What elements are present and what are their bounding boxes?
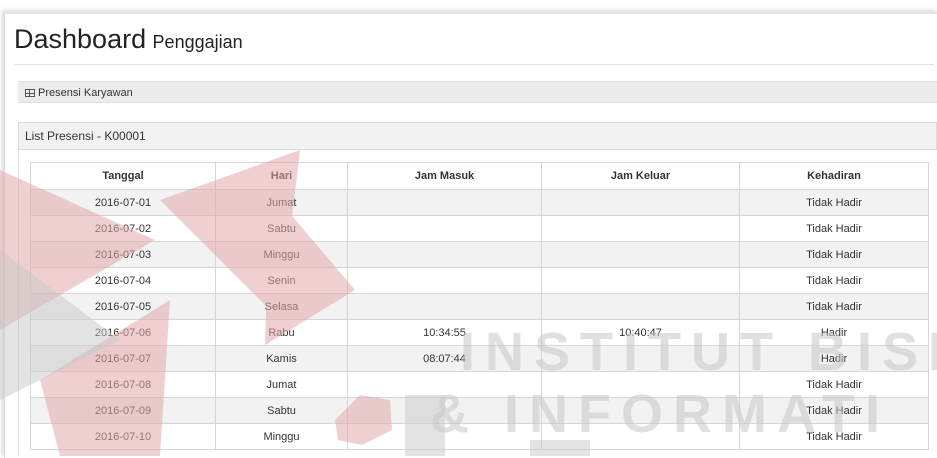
cell-tanggal: 2016-07-06: [30, 319, 216, 346]
cell-tanggal: 2016-07-04: [30, 267, 216, 294]
cell-jam-keluar: [541, 215, 740, 242]
cell-tanggal: 2016-07-09: [30, 397, 216, 424]
presensi-table: Tanggal Hari Jam Masuk Jam Keluar Kehadi…: [30, 162, 929, 450]
column-header-hari: Hari: [215, 162, 348, 190]
breadcrumb: Presensi Karyawan: [18, 81, 937, 103]
panel-heading: List Presensi - K00001: [18, 122, 937, 150]
column-header-jam-keluar: Jam Keluar: [541, 162, 740, 190]
column-header-jam-masuk: Jam Masuk: [347, 162, 542, 190]
cell-tanggal: 2016-07-10: [30, 423, 216, 450]
cell-hari: Selasa: [215, 293, 348, 320]
cell-jam-masuk: 10:34:55: [347, 319, 542, 346]
cell-kehadiran: Hadir: [739, 319, 929, 346]
panel-title: List Presensi - K00001: [25, 129, 146, 143]
cell-tanggal: 2016-07-05: [30, 293, 216, 320]
cell-jam-keluar: [541, 345, 740, 372]
column-header-kehadiran: Kehadiran: [739, 162, 929, 190]
table-row: 2016-07-05 Selasa Tidak Hadir: [30, 293, 929, 320]
cell-tanggal: 2016-07-03: [30, 241, 216, 268]
cell-hari: Sabtu: [215, 397, 348, 424]
cell-hari: Jumat: [215, 371, 348, 398]
cell-jam-masuk: [347, 371, 542, 398]
table-row: 2016-07-09 Sabtu Tidak Hadir: [30, 397, 929, 424]
cell-kehadiran: Tidak Hadir: [739, 189, 929, 216]
table-row: 2016-07-03 Minggu Tidak Hadir: [30, 241, 929, 268]
cell-tanggal: 2016-07-01: [30, 189, 216, 216]
cell-jam-masuk: [347, 423, 542, 450]
cell-kehadiran: Tidak Hadir: [739, 397, 929, 424]
table-row: 2016-07-06 Rabu 10:34:55 10:40:47 Hadir: [30, 319, 929, 346]
table-row: 2016-07-02 Sabtu Tidak Hadir: [30, 215, 929, 242]
cell-jam-masuk: [347, 293, 542, 320]
cell-kehadiran: Tidak Hadir: [739, 293, 929, 320]
table-row: 2016-07-10 Minggu Tidak Hadir: [30, 423, 929, 450]
cell-jam-keluar: [541, 241, 740, 268]
page-subtitle: Penggajian: [152, 32, 243, 52]
cell-jam-masuk: [347, 189, 542, 216]
cell-hari: Minggu: [215, 423, 348, 450]
cell-jam-keluar: 10:40:47: [541, 319, 740, 346]
cell-kehadiran: Tidak Hadir: [739, 267, 929, 294]
cell-jam-masuk: [347, 215, 542, 242]
cell-hari: Minggu: [215, 241, 348, 268]
table-row: 2016-07-04 Senin Tidak Hadir: [30, 267, 929, 294]
breadcrumb-label[interactable]: Presensi Karyawan: [38, 87, 133, 99]
cell-jam-keluar: [541, 423, 740, 450]
cell-jam-keluar: [541, 397, 740, 424]
cell-hari: Kamis: [215, 345, 348, 372]
column-header-tanggal: Tanggal: [30, 162, 216, 190]
cell-kehadiran: Tidak Hadir: [739, 423, 929, 450]
cell-kehadiran: Tidak Hadir: [739, 215, 929, 242]
cell-hari: Jumat: [215, 189, 348, 216]
cell-jam-keluar: [541, 371, 740, 398]
table-header-row: Tanggal Hari Jam Masuk Jam Keluar Kehadi…: [30, 162, 929, 190]
cell-hari: Senin: [215, 267, 348, 294]
cell-jam-masuk: [347, 267, 542, 294]
cell-tanggal: 2016-07-07: [30, 345, 216, 372]
cell-jam-masuk: 08:07:44: [347, 345, 542, 372]
table-row: 2016-07-08 Jumat Tidak Hadir: [30, 371, 929, 398]
page-title: Dashboard: [14, 24, 147, 54]
cell-jam-keluar: [541, 189, 740, 216]
cell-jam-masuk: [347, 397, 542, 424]
cell-kehadiran: Hadir: [739, 345, 929, 372]
cell-jam-keluar: [541, 293, 740, 320]
table-row: 2016-07-01 Jumat Tidak Hadir: [30, 189, 929, 216]
table-icon: [25, 89, 35, 97]
cell-jam-keluar: [541, 267, 740, 294]
cell-tanggal: 2016-07-08: [30, 371, 216, 398]
cell-hari: Sabtu: [215, 215, 348, 242]
cell-kehadiran: Tidak Hadir: [739, 241, 929, 268]
cell-jam-masuk: [347, 241, 542, 268]
table-row: 2016-07-07 Kamis 08:07:44 Hadir: [30, 345, 929, 372]
cell-hari: Rabu: [215, 319, 348, 346]
page-header: Dashboard Penggajian: [14, 24, 934, 65]
cell-kehadiran: Tidak Hadir: [739, 371, 929, 398]
cell-tanggal: 2016-07-02: [30, 215, 216, 242]
